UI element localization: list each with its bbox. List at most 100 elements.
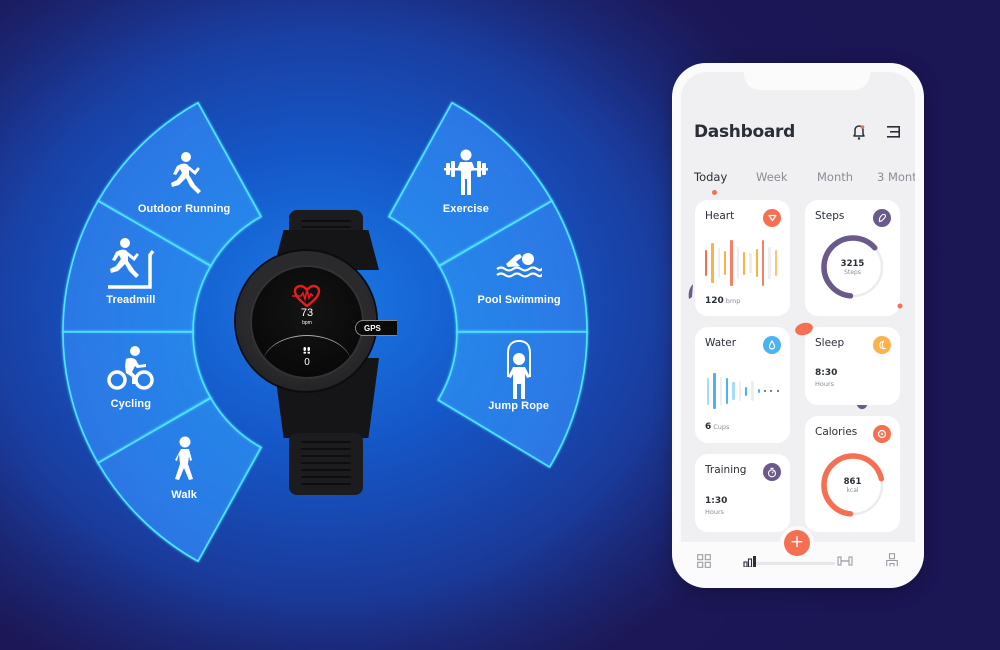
- bottom-nav: +: [681, 530, 915, 582]
- chart-bar: [725, 378, 729, 404]
- heart-pulse-icon: [292, 284, 321, 308]
- chart-bar: [763, 390, 766, 392]
- chart-bar: [732, 382, 735, 400]
- sleep-card[interactable]: Sleep 8:30 Hours: [805, 327, 900, 405]
- add-button[interactable]: +: [784, 530, 810, 556]
- chart-bar: [774, 250, 778, 276]
- chart-bar: [749, 253, 752, 273]
- chart-bar: [738, 381, 742, 401]
- chart-bar: [719, 376, 723, 406]
- chart-bar: [723, 251, 727, 275]
- dumbbell-icon[interactable]: [837, 556, 853, 566]
- segment-label: Treadmill: [106, 293, 156, 306]
- heart-icon: [763, 209, 781, 227]
- cycling-icon: [106, 346, 156, 394]
- water-card-value: 6 Cups: [705, 422, 730, 432]
- chart-bar: [761, 240, 765, 286]
- smartwatch: 73 bpm 0 GPS: [233, 208, 403, 498]
- training-card[interactable]: Training 1:30 Hours: [695, 454, 790, 532]
- segment-label: Pool Swimming: [477, 293, 561, 306]
- active-tab-indicator: [712, 190, 717, 195]
- segment-label: Cycling: [110, 398, 152, 411]
- chart-bar: [706, 377, 710, 405]
- stopwatch-icon: [763, 463, 781, 481]
- steps-card-title: Steps: [815, 210, 845, 222]
- chart-bar: [742, 251, 746, 275]
- water-drop-icon: [763, 336, 781, 354]
- period-tabs: Today Week Month 3 Mont: [694, 170, 915, 195]
- chart-bar: [744, 386, 748, 396]
- profile-icon[interactable]: [886, 553, 898, 567]
- segment-label: Jump Rope: [488, 399, 550, 412]
- treadmill-icon: [106, 237, 156, 295]
- training-card-title: Training: [705, 464, 747, 476]
- target-icon: [873, 425, 891, 443]
- weightlifting-icon: [441, 149, 491, 201]
- moon-icon: [873, 336, 891, 354]
- nav-slider-track: [753, 562, 835, 565]
- segment-label: Exercise: [442, 202, 489, 215]
- segment-label: Walk: [171, 489, 197, 502]
- jump-rope-icon: [504, 339, 534, 405]
- chart-bar: [776, 390, 779, 392]
- chart-bar: [768, 246, 771, 280]
- steps-value: 3215: [840, 259, 865, 269]
- watch-steps-value: 0: [304, 357, 310, 368]
- watch-face[interactable]: 73 bpm 0: [250, 265, 364, 379]
- chart-bar: [717, 248, 721, 278]
- water-intake-bars: [705, 373, 785, 409]
- decor-blob-orange: [795, 322, 813, 336]
- steps-card[interactable]: Steps 3215 Steps: [805, 200, 900, 316]
- decor-blob-purple-left: [688, 284, 693, 299]
- calories-value: 861: [843, 477, 862, 487]
- bar-chart-icon[interactable]: [743, 555, 757, 567]
- calories-unit: kcal: [846, 487, 859, 494]
- shoe-icon: [873, 209, 891, 227]
- chart-bar: [757, 388, 761, 394]
- calories-card-title: Calories: [815, 426, 858, 438]
- training-unit: Hours: [705, 508, 725, 516]
- chart-bar: [713, 373, 716, 409]
- heart-card[interactable]: Heart 120 bmp: [695, 200, 790, 316]
- calories-ring-label: 861 kcal: [805, 477, 900, 494]
- gps-button[interactable]: GPS: [355, 320, 397, 336]
- grid-icon[interactable]: [697, 554, 711, 568]
- heart-card-title: Heart: [705, 210, 735, 222]
- sleep-card-title: Sleep: [815, 337, 845, 349]
- watch-bpm-value: 73: [300, 307, 314, 319]
- decor-blob-purple: [857, 405, 867, 410]
- tab-today[interactable]: Today: [694, 170, 727, 184]
- watch-bpm-unit: bpm: [302, 320, 312, 326]
- steps-unit: Steps: [844, 269, 861, 276]
- sleep-value: 8:30: [815, 368, 838, 378]
- chart-bar: [704, 250, 708, 276]
- watch-strap-bottom: [289, 433, 363, 495]
- chart-bar: [755, 249, 759, 277]
- chart-bar: [770, 390, 773, 392]
- phone: Dashboard Today Week Month 3 Mont Heart: [672, 63, 924, 588]
- chart-bar: [730, 240, 733, 286]
- swimming-icon: [496, 250, 544, 282]
- walk-icon: [171, 436, 197, 486]
- tab-3-months[interactable]: 3 Mont: [877, 170, 915, 184]
- water-card-title: Water: [705, 337, 737, 349]
- chart-bar: [751, 381, 754, 401]
- tab-month[interactable]: Month: [817, 170, 853, 184]
- running-icon: [165, 151, 203, 199]
- menu-icon[interactable]: [887, 125, 901, 139]
- phone-screen: Dashboard Today Week Month 3 Mont Heart: [681, 72, 915, 542]
- water-card[interactable]: Water 6 Cups: [695, 327, 790, 443]
- phone-notch: [744, 72, 870, 90]
- bell-icon[interactable]: [851, 123, 867, 141]
- tab-week[interactable]: Week: [756, 170, 788, 184]
- decor-dot-orange: [897, 303, 903, 309]
- segment-label: Outdoor Running: [137, 202, 231, 215]
- training-value: 1:30: [705, 496, 728, 506]
- steps-ring-label: 3215 Steps: [805, 259, 900, 276]
- chart-bar: [711, 243, 714, 283]
- footsteps-icon: [303, 347, 310, 354]
- heart-card-value: 120 bmp: [705, 296, 741, 306]
- chart-bar: [736, 246, 740, 280]
- heart-rate-bars: [703, 240, 783, 286]
- calories-card[interactable]: Calories 861 kcal: [805, 416, 900, 532]
